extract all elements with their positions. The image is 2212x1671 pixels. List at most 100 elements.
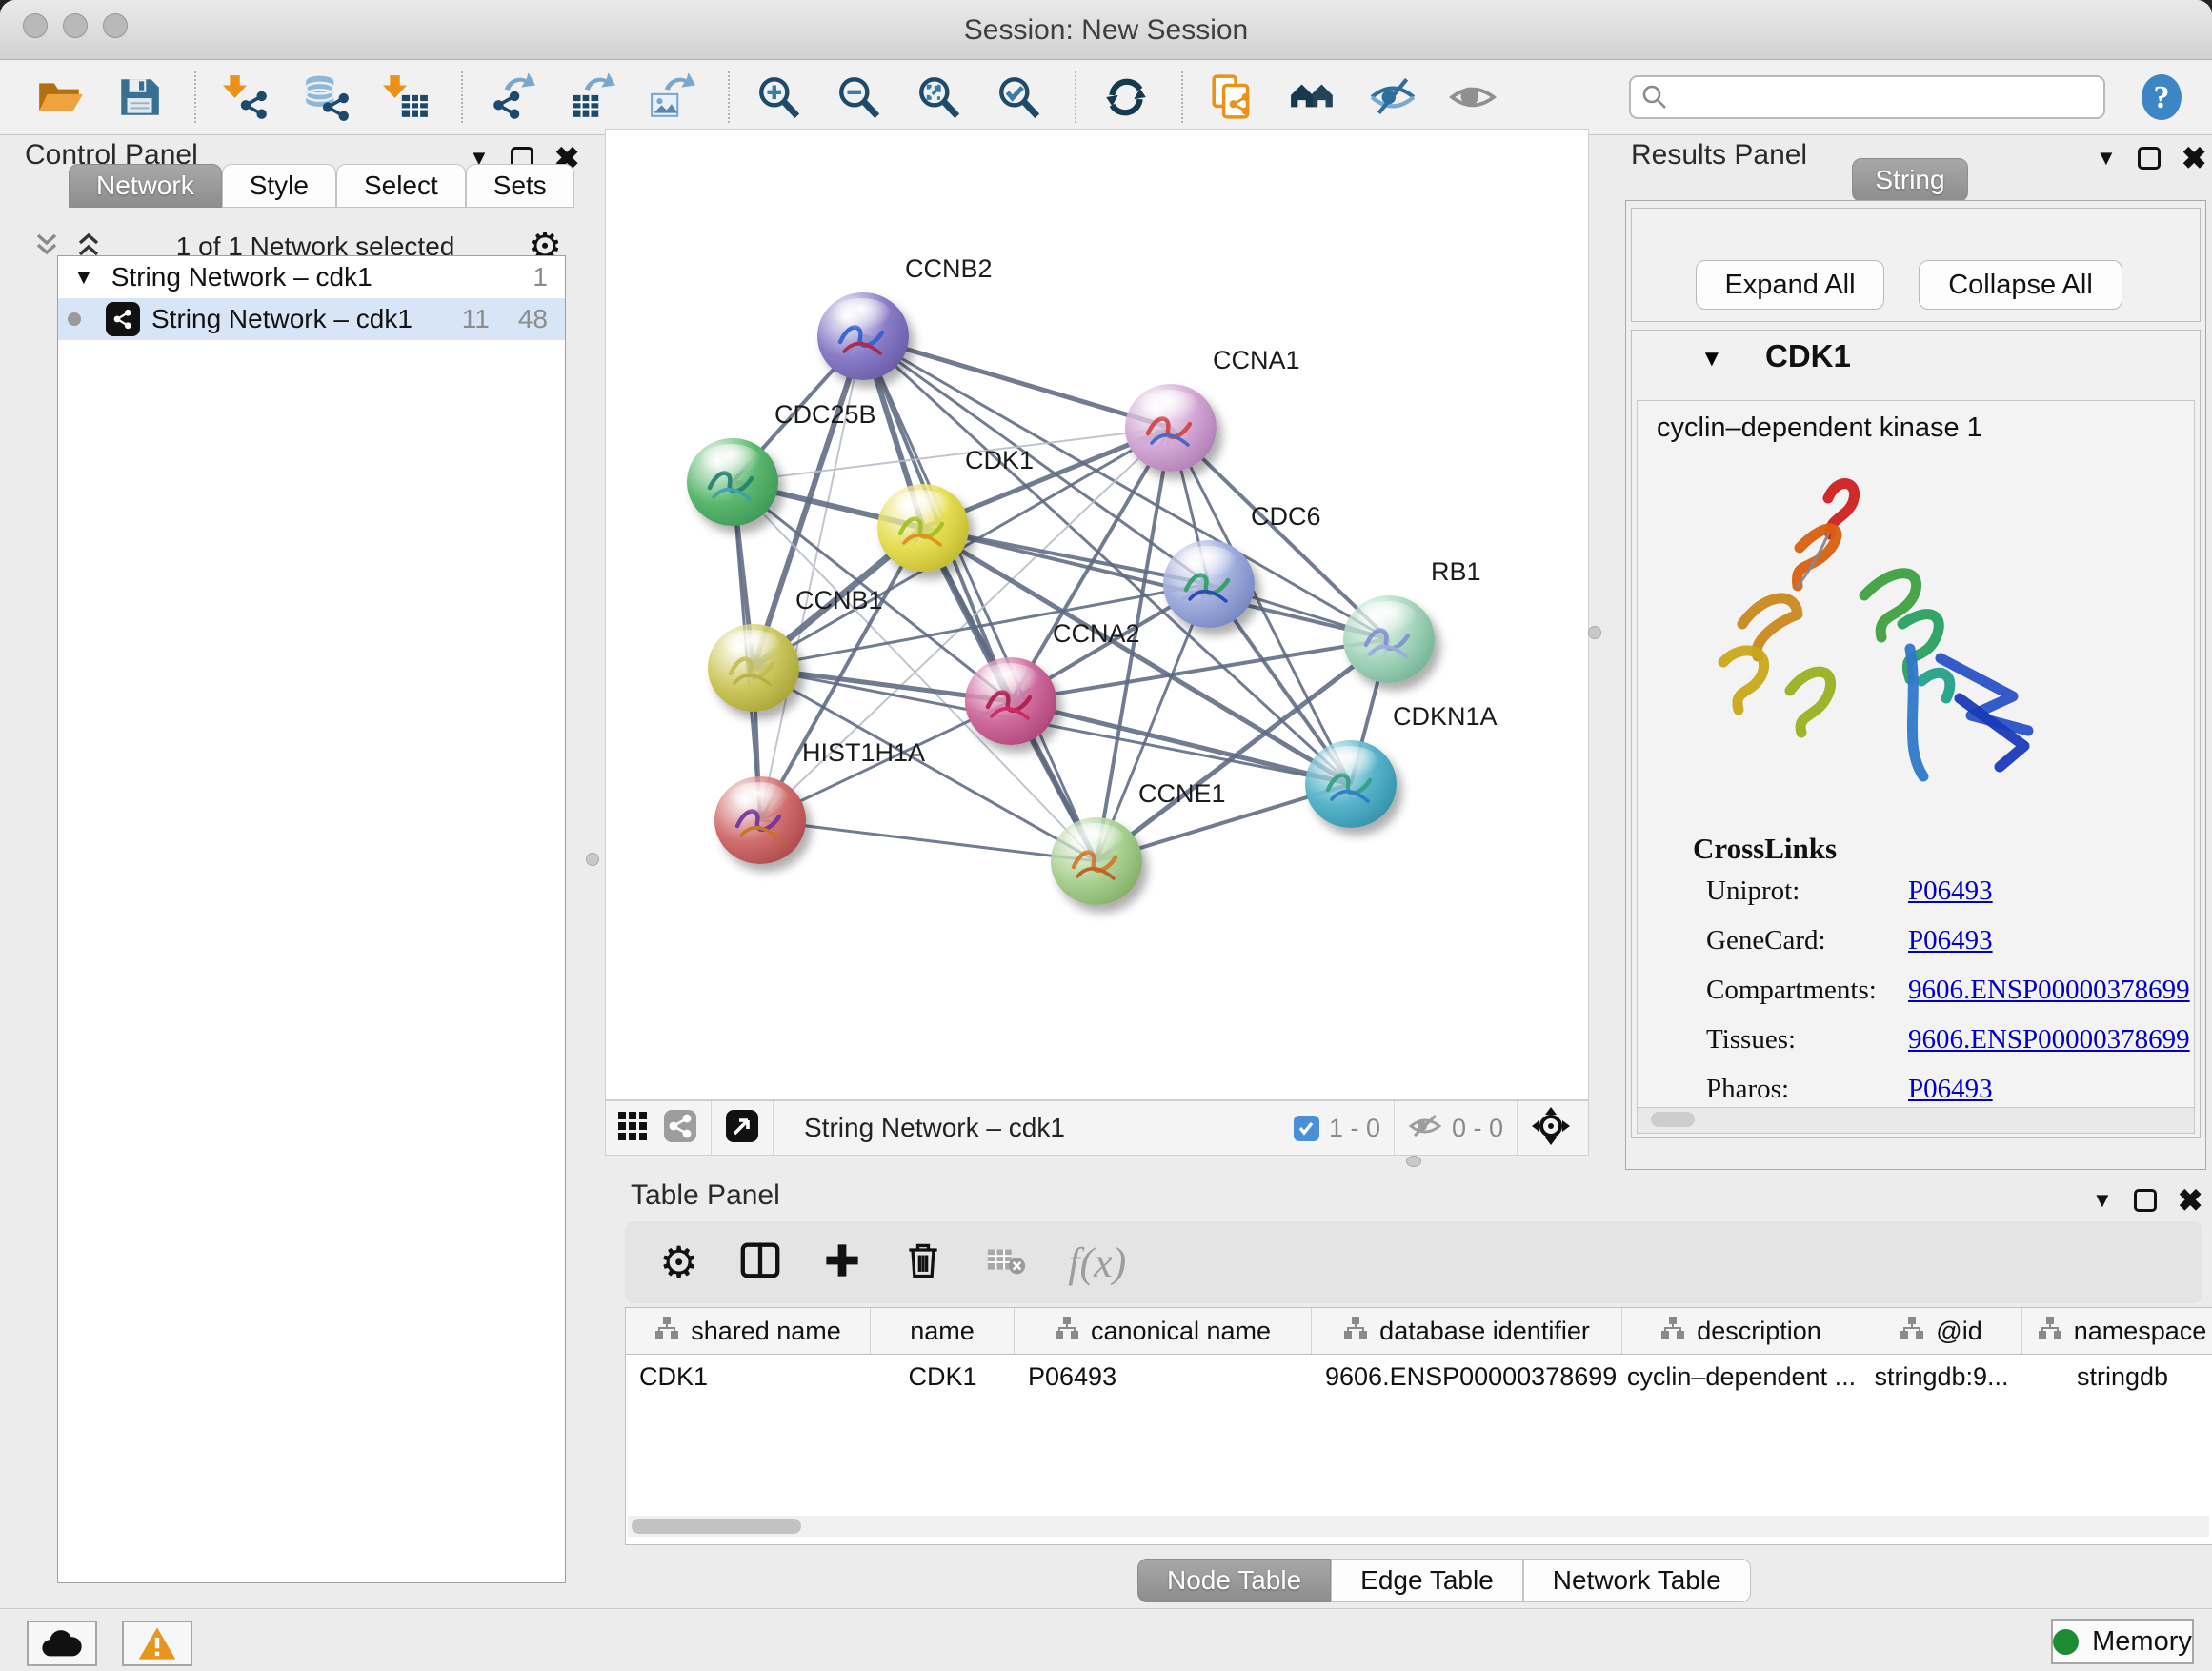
network-node-hist1h1a[interactable] [714,776,806,864]
results-panel-menu-icon[interactable]: ▼ [2096,148,2117,169]
export-image-icon[interactable] [646,70,699,124]
table-panel-menu-icon[interactable]: ▼ [2092,1190,2113,1211]
crosslink-link[interactable]: P06493 [1908,925,1993,956]
cloud-status-button[interactable] [27,1621,97,1666]
table-row[interactable]: CDK1CDK1P064939606.ENSP00000378699cyclin… [626,1355,2212,1399]
open-session-icon[interactable] [32,70,86,124]
network-node-rb1[interactable] [1343,595,1435,683]
column-header-shared-name[interactable]: shared name [626,1308,871,1354]
table-settings-gear-icon[interactable]: ⚙ [659,1240,698,1284]
crosslink-link[interactable]: P06493 [1908,876,1993,906]
results-panel-float-icon[interactable] [2138,147,2161,170]
import-network-icon[interactable] [219,70,272,124]
selected-nodes-checkbox-icon[interactable] [1294,1116,1319,1141]
search-field[interactable] [1629,75,2105,119]
column-header-name[interactable]: name [871,1308,1015,1354]
duplicate-network-icon[interactable] [1206,70,1259,124]
tab-network-table[interactable]: Network Table [1523,1559,1751,1602]
warning-status-button[interactable] [122,1621,192,1666]
table-panel-close-icon[interactable]: ✖ [2178,1185,2203,1216]
table-h-scrollbar[interactable] [628,1516,2209,1537]
network-share-view-icon[interactable] [663,1109,697,1148]
section-collapse-icon[interactable]: ▼ [1700,346,1723,372]
network-node-cdc6[interactable] [1163,540,1255,628]
collection-expand-icon[interactable]: ▼ [73,265,94,290]
network-node-ccna2[interactable] [965,657,1056,745]
table-cell[interactable]: stringdb:9... [1860,1355,2022,1399]
tab-sets[interactable]: Sets [466,164,574,208]
table-panel-float-icon[interactable] [2134,1189,2157,1212]
column-header--id[interactable]: @id [1860,1308,2022,1354]
toolbar-separator [1075,71,1076,123]
node-label-cdc6: CDC6 [1251,502,1321,532]
zoom-fit-icon[interactable] [913,70,966,124]
memory-button[interactable]: Memory [2051,1619,2194,1664]
help-icon[interactable]: ? [2138,73,2185,121]
network-node-ccnb2[interactable] [817,292,909,380]
network-node-ccne1[interactable] [1051,817,1142,905]
splitter-handle[interactable] [586,853,599,866]
birdseye-crosshair-icon[interactable] [1531,1106,1571,1151]
search-input[interactable] [1629,75,2105,119]
zoom-in-icon[interactable] [753,70,806,124]
tab-string[interactable]: String [1852,158,1968,202]
network-node-ccnb1[interactable] [708,624,799,712]
home-pair-icon[interactable] [1286,70,1339,124]
import-table-icon[interactable] [379,70,432,124]
network-node-cdk1[interactable] [877,484,969,572]
table-cell[interactable]: P06493 [1015,1355,1312,1399]
protein-structure-image [1685,460,2057,822]
scrollbar-thumb[interactable] [632,1519,801,1534]
crosslink-link[interactable]: 9606.ENSP00000378699 [1908,975,2190,1005]
network-node-cdc25b[interactable] [687,438,778,526]
splitter-handle[interactable] [1406,1156,1421,1167]
table-cell[interactable]: 9606.ENSP00000378699 [1312,1355,1622,1399]
column-header-description[interactable]: description [1622,1308,1860,1354]
toolbar-separator [728,71,730,123]
network-node-ccna1[interactable] [1125,384,1217,472]
expand-all-button[interactable]: Expand All [1696,260,1884,310]
table-cell[interactable]: CDK1 [626,1355,871,1399]
results-scrollbar[interactable] [1638,1107,2194,1133]
tab-edge-table[interactable]: Edge Table [1331,1559,1523,1602]
save-session-icon[interactable] [112,70,166,124]
export-table-icon[interactable] [566,70,619,124]
tab-node-table[interactable]: Node Table [1137,1559,1331,1602]
add-column-plus-icon[interactable] [822,1240,862,1285]
column-header-namespace[interactable]: namespace [2022,1308,2212,1354]
network-node-cdkn1a[interactable] [1305,740,1397,828]
results-node-details: cyclin–dependent kinase 1 CrossLinks Uni… [1637,400,2195,1134]
results-panel-close-icon[interactable]: ✖ [2182,143,2207,173]
collapse-all-button[interactable]: Collapse All [1919,260,2122,310]
network-row-selected[interactable]: String Network – cdk1 11 48 [58,298,565,340]
show-columns-icon[interactable] [738,1238,782,1287]
zoom-out-icon[interactable] [833,70,886,124]
hidden-items-eye-icon[interactable] [1408,1112,1442,1145]
refresh-icon[interactable] [1099,70,1153,124]
detach-view-icon[interactable] [725,1109,759,1148]
crosslink-link[interactable]: P06493 [1908,1074,1993,1104]
table-cell[interactable]: cyclin–dependent ... [1622,1355,1860,1399]
delete-column-trash-icon[interactable] [902,1239,944,1286]
network-collection-row[interactable]: ▼ String Network – cdk1 1 [58,256,565,298]
export-network-icon[interactable] [486,70,539,124]
tab-network[interactable]: Network [69,164,222,208]
network-canvas[interactable]: CCNB2 CCNA1 CDC25B CDK1 CDC6 RB1 CCNB1 C… [605,129,1589,1100]
table-cell[interactable]: CDK1 [871,1355,1015,1399]
crosslink-link[interactable]: 9606.ENSP00000378699 [1908,1024,2190,1055]
tab-select[interactable]: Select [336,164,466,208]
table-cell[interactable]: stringdb [2022,1355,2212,1399]
results-panel-title: Results Panel [1631,139,1807,171]
column-header-canonical-name[interactable]: canonical name [1015,1308,1312,1354]
import-database-icon[interactable] [299,70,352,124]
crosslink-label: GeneCard: [1706,925,1908,956]
splitter-handle[interactable] [1588,626,1601,639]
grid-view-icon[interactable] [617,1111,648,1146]
tab-style[interactable]: Style [222,164,336,208]
zoom-selected-icon[interactable] [993,70,1046,124]
column-header-database-identifier[interactable]: database identifier [1312,1308,1622,1354]
show-eye-icon[interactable] [1446,70,1499,124]
hide-selection-eye-icon[interactable] [1366,70,1419,124]
node-description: cyclin–dependent kinase 1 [1657,413,1982,444]
node-label-ccnb2: CCNB2 [905,254,993,284]
